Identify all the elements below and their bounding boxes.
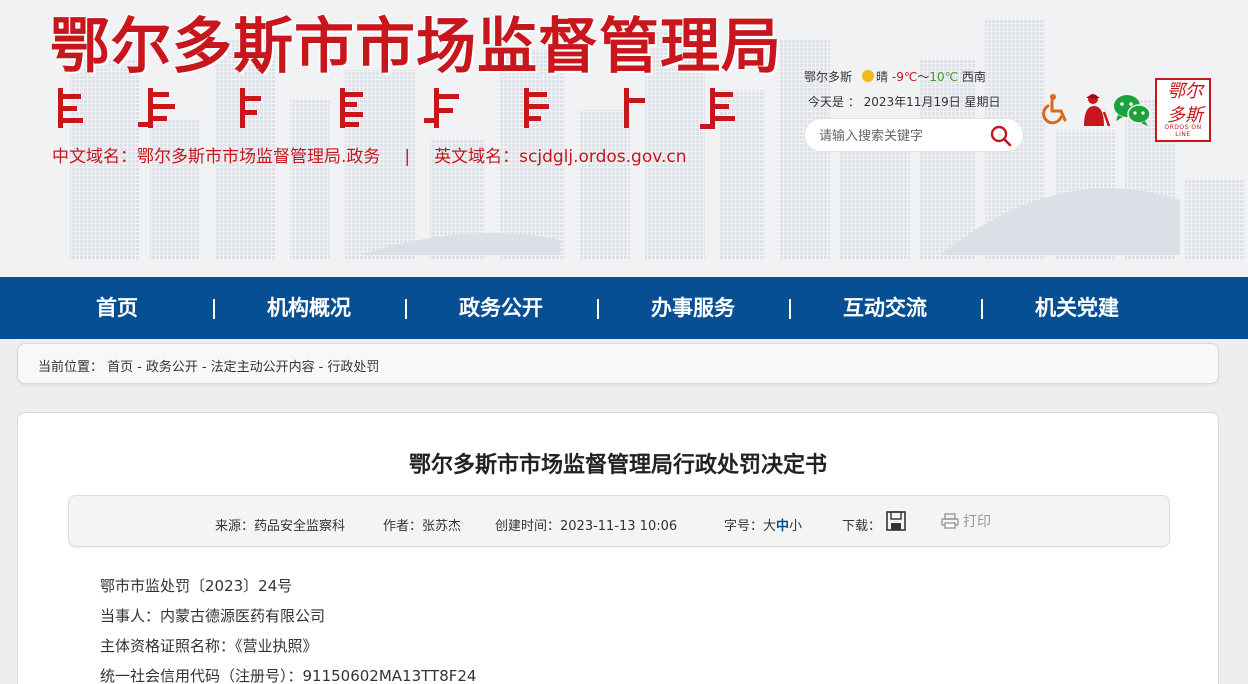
license-name: 主体资格证照名称：《营业执照》: [100, 637, 318, 655]
domain-en: 英文域名：scjdglj.ordos.gov.cn: [434, 147, 687, 167]
nav-separator: [597, 299, 599, 319]
accessibility-icon[interactable]: [1036, 92, 1072, 128]
weather-condition: 晴: [876, 70, 889, 84]
weather-city: 鄂尔多斯: [804, 70, 853, 84]
breadcrumb-label: 当前位置：: [38, 360, 104, 375]
font-size-small-button[interactable]: 小: [789, 519, 802, 534]
breadcrumb: 当前位置： 首页 - 政务公开 - 法定主动公开内容 - 行政处罚: [17, 343, 1219, 384]
printer-icon: [941, 513, 959, 529]
domain-separator: |: [404, 147, 411, 167]
save-icon[interactable]: [885, 510, 907, 532]
party-name: 当事人：内蒙古德源医药有限公司: [100, 607, 326, 625]
breadcrumb-sep: -: [201, 360, 207, 375]
document-number: 鄂市市监处罚〔2023〕24号: [100, 577, 293, 595]
weather-low: -9℃: [891, 70, 918, 84]
search-input[interactable]: [819, 125, 979, 147]
mongolian-script-logo: [58, 88, 735, 129]
breadcrumb-statutory-disclosure[interactable]: 法定主动公开内容: [211, 360, 315, 375]
date-line: 今天是 ： 2023年11月19日 星期日: [808, 95, 1001, 109]
weather-range-sep: ～: [917, 70, 930, 84]
nav-item-services[interactable]: 办事服务: [618, 277, 768, 339]
nav-item-government-affairs[interactable]: 政务公开: [426, 277, 576, 339]
nav-separator: [789, 299, 791, 319]
logo-text: 鄂尔 多斯: [1167, 81, 1203, 126]
article-title: 鄂尔多斯市市场监督管理局行政处罚决定书: [408, 453, 827, 478]
domain-line: 中文域名：鄂尔多斯市市场监督管理局.政务 | 英文域名：scjdglj.ordos.…: [52, 142, 687, 167]
nav-separator: [405, 299, 407, 319]
breadcrumb-government-affairs[interactable]: 政务公开: [146, 360, 198, 375]
nav-item-organization[interactable]: 机构概况: [234, 277, 384, 339]
domain-cn: 中文域名：鄂尔多斯市市场监督管理局.政务: [52, 147, 381, 167]
meta-source: 来源：药品安全监察科: [215, 519, 346, 534]
print-button[interactable]: 打印: [941, 511, 991, 531]
breadcrumb-trail: 当前位置： 首页 - 政务公开 - 法定主动公开内容 - 行政处罚: [38, 356, 379, 375]
font-size-label: 字号：: [724, 519, 764, 534]
elderly-mode-icon[interactable]: [1076, 92, 1112, 128]
site-title: 鄂尔多斯市市场监督管理局: [50, 12, 782, 82]
site-header: 鄂尔多斯市市场监督管理局 中文域名：鄂尔多斯市市场监督管理局.政务 | 英文域名：s…: [0, 0, 1248, 277]
meta-created-time: 创建时间：2023-11-13 10:06: [495, 519, 678, 534]
print-label: 打印: [963, 514, 991, 530]
article-meta-bar: 来源：药品安全监察科 作者：张苏杰 创建时间：2023-11-13 10:06 …: [68, 495, 1170, 547]
weather-wind: 西南: [961, 70, 986, 84]
breadcrumb-administrative-penalty[interactable]: 行政处罚: [327, 360, 379, 375]
nav-item-home[interactable]: 首页: [42, 277, 192, 339]
credit-code: 统一社会信用代码（注册号）：91150602MA13TT8F24: [100, 667, 477, 684]
nav-item-party-building[interactable]: 机关党建: [1002, 277, 1152, 339]
meta-author: 作者：张苏杰: [383, 519, 462, 534]
ordos-online-logo[interactable]: 鄂尔 多斯 ORDOS ON LINE: [1155, 78, 1211, 142]
breadcrumb-sep: -: [318, 360, 324, 375]
logo-subtext: ORDOS ON LINE: [1164, 124, 1202, 138]
nav-separator: [981, 299, 983, 319]
wechat-icon[interactable]: [1112, 92, 1152, 128]
nav-separator: [213, 299, 215, 319]
article-body: 鄂市市监处罚〔2023〕24号 当事人：内蒙古德源医药有限公司 主体资格证照名称…: [100, 571, 476, 684]
font-size-large-button[interactable]: 大: [763, 519, 776, 534]
search-box: [804, 118, 1024, 152]
font-size-control: 字号：大中小: [724, 515, 802, 534]
weather-high: 10℃: [929, 70, 959, 84]
search-icon[interactable]: [989, 124, 1013, 148]
sun-icon: [862, 70, 875, 82]
nav-item-interaction[interactable]: 互动交流: [810, 277, 960, 339]
breadcrumb-sep: -: [137, 360, 142, 375]
font-size-medium-button[interactable]: 中: [776, 519, 789, 534]
breadcrumb-home[interactable]: 首页: [107, 360, 133, 375]
article-panel: 鄂尔多斯市市场监督管理局行政处罚决定书 来源：药品安全监察科 作者：张苏杰 创建…: [17, 412, 1219, 684]
download-label: 下载：: [842, 519, 882, 534]
weather-widget: 鄂尔多斯 晴 -9℃～10℃ 西南: [804, 68, 1000, 85]
main-nav: 首页 机构概况 政务公开 办事服务 互动交流 机关党建: [0, 277, 1248, 339]
